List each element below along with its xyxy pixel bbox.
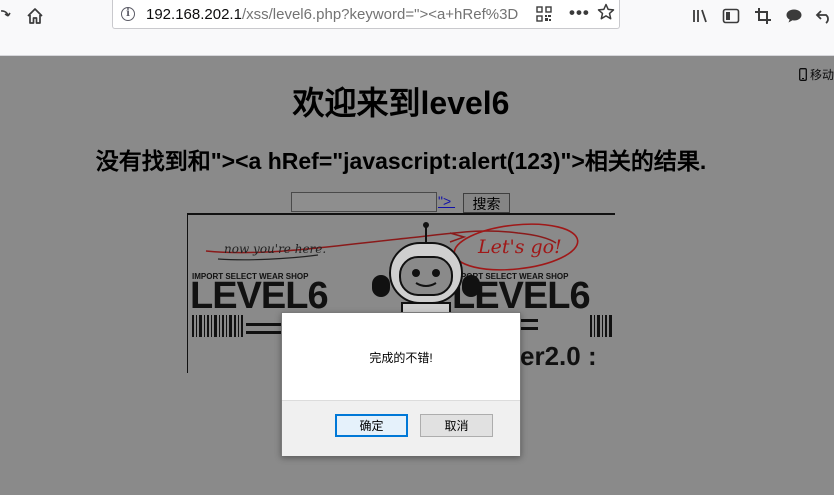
search-button[interactable]: 搜索 [463,193,510,213]
info-icon[interactable]: i [121,7,135,21]
bookmark-star-icon[interactable] [597,3,615,26]
url-text[interactable]: 192.168.202.1/xss/level6.php?keyword="><… [146,6,524,23]
screenshot-crop-icon[interactable] [752,0,774,31]
url-path: /xss/level6.php?keyword="><a+hRef%3D [241,6,519,23]
qr-code-icon[interactable] [536,6,552,27]
chat-bubble-icon[interactable] [783,0,805,31]
url-host: 192.168.202.1 [146,6,242,23]
undo-arrow-icon[interactable] [814,0,834,31]
injected-link[interactable]: "> [438,193,455,209]
reload-icon[interactable] [0,0,14,31]
version-text: er2.0 : [520,341,597,371]
page-title: 欢迎来到level6 [292,85,510,121]
browser-secondary-bar: 移动 [0,31,834,82]
cancel-button[interactable]: 取消 [420,414,493,437]
alert-footer: 确定 取消 [282,400,520,456]
keyword-input[interactable] [291,192,437,212]
page-actions-icon[interactable]: ••• [569,3,590,23]
handwritten-left-text: now you're here. [224,242,326,256]
handwritten-right-text: Let's go! [477,236,562,258]
level-text-left: LEVEL6 [190,275,328,317]
home-icon[interactable] [24,0,46,31]
browser-toolbar: i 192.168.202.1/xss/level6.php?keyword="… [0,0,834,31]
alert-dialog: 完成的不错! 确定 取消 [281,312,521,456]
sidebar-icon[interactable] [720,0,742,31]
address-bar[interactable]: i 192.168.202.1/xss/level6.php?keyword="… [112,0,620,29]
search-result-message: 没有找到和"><a hRef="javascript:alert(123)">相… [95,148,707,174]
library-icon[interactable] [690,0,712,31]
ok-button[interactable]: 确定 [335,414,408,437]
alert-message: 完成的不错! [369,351,433,365]
